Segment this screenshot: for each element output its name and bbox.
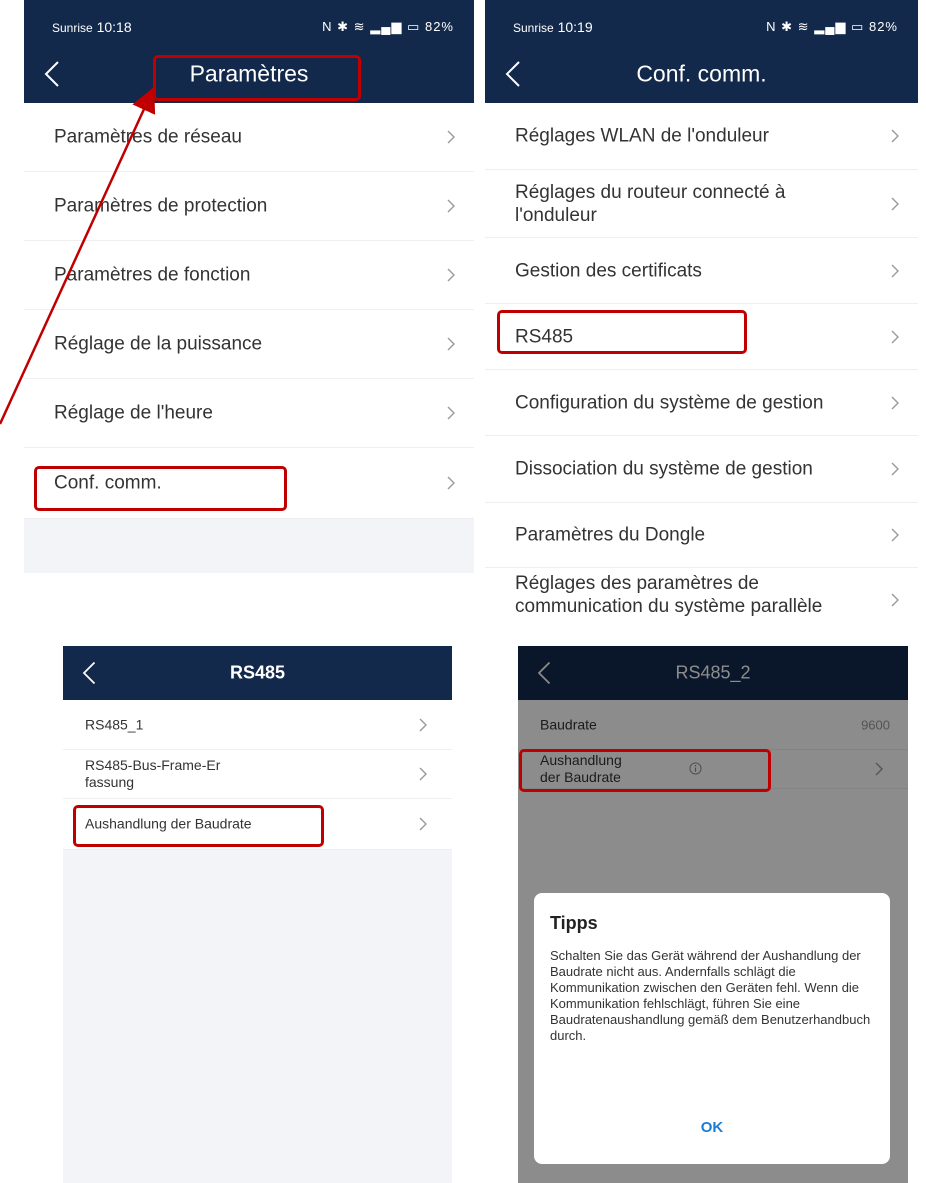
highlight-comm-config: [34, 466, 287, 511]
item-label: Réglage de l'heure: [54, 402, 213, 424]
item-label: Paramètres de protection: [54, 195, 268, 217]
item-label: Paramètres du Dongle: [515, 524, 706, 546]
item-label: Configuration du système de gestion: [515, 392, 824, 413]
list-item-wlan[interactable]: Réglages WLAN de l'onduleur: [485, 103, 918, 170]
signal-icon: ▂▄▆: [814, 19, 847, 34]
page-title: Conf. comm.: [636, 60, 767, 87]
highlight-baudrate-negotiation: [519, 749, 771, 792]
chevron-right-icon: [891, 330, 899, 343]
empty-area: [63, 850, 452, 1183]
dialog-title: Tipps: [550, 913, 598, 933]
chevron-right-icon: [419, 817, 427, 831]
item-label: Réglages WLAN de l'onduleur: [515, 125, 769, 147]
battery-level: 82%: [424, 19, 454, 34]
navbar: Conf. comm.: [485, 45, 918, 103]
dialog-message: Schalten Sie das Gerät während der Ausha…: [550, 948, 871, 1043]
nfc-icon: N: [766, 19, 777, 34]
item-label: Réglages des paramètres de communication…: [515, 573, 823, 617]
empty-area: [24, 519, 474, 573]
item-label: Paramètres de réseau: [54, 126, 242, 148]
chevron-right-icon: [891, 197, 899, 210]
status-icons: N ✱ ≋ ▂▄▆ ▭ 82%: [766, 19, 898, 35]
list-item-router[interactable]: Réglages du routeur connecté à l'onduleu…: [485, 170, 918, 238]
chevron-right-icon: [447, 268, 455, 282]
rs485-screen: RS485 RS485_1 RS485-Bus-Frame-Er fassung…: [63, 646, 452, 1183]
item-label: Paramètres de fonction: [54, 264, 251, 286]
list-item-dongle[interactable]: Paramètres du Dongle: [485, 503, 918, 568]
list-item-protection[interactable]: Paramètres de protection: [24, 172, 474, 241]
chevron-right-icon: [891, 264, 899, 277]
status-time: Sunrise 10:18: [52, 19, 132, 35]
bluetooth-icon: ✱: [337, 19, 350, 34]
chevron-right-icon: [447, 337, 455, 351]
signal-icon: ▂▄▆: [370, 19, 403, 34]
item-label: Gestion des certificats: [515, 260, 702, 281]
battery-icon: ▭: [851, 19, 865, 34]
list-item-management-dissociation[interactable]: Dissociation du système de gestion: [485, 436, 918, 503]
navbar: RS485: [63, 646, 452, 700]
list-item-function[interactable]: Paramètres de fonction: [24, 241, 474, 310]
chevron-right-icon: [447, 406, 455, 420]
item-label: RS485-Bus-Frame-Er fassung: [85, 757, 221, 790]
list-item-time[interactable]: Réglage de l'heure: [24, 379, 474, 448]
chevron-right-icon: [447, 199, 455, 213]
item-label: Réglages du routeur connecté à l'onduleu…: [515, 181, 786, 226]
page-title: RS485: [229, 662, 286, 683]
status-bar: Sunrise 10:19 N ✱ ≋ ▂▄▆ ▭ 82%: [485, 0, 918, 45]
highlight-title: [153, 55, 361, 101]
nfc-icon: N: [322, 19, 333, 34]
list-item-certificates[interactable]: Gestion des certificats: [485, 238, 918, 304]
status-time: Sunrise 10:19: [513, 19, 593, 35]
list-item-rs485-1[interactable]: RS485_1: [63, 700, 452, 750]
list-item-bus-frame[interactable]: RS485-Bus-Frame-Er fassung: [63, 750, 452, 799]
rs485-2-screen: RS485_2 Baudrate 9600 Aushandlung der Ba…: [518, 646, 908, 1183]
status-icons: N ✱ ≋ ▂▄▆ ▭ 82%: [322, 19, 454, 35]
chevron-right-icon: [891, 593, 899, 607]
parametres-screen: Sunrise 10:18 N ✱ ≋ ▂▄▆ ▭ 82% Paramètres…: [24, 0, 474, 573]
chevron-right-icon: [891, 462, 899, 476]
item-label: RS485_1: [85, 716, 144, 732]
wifi-icon: ≋: [353, 19, 366, 34]
tips-dialog: Tipps Schalten Sie das Gerät während der…: [534, 893, 890, 1164]
chevron-right-icon: [419, 767, 427, 781]
wifi-icon: ≋: [797, 19, 810, 34]
bluetooth-icon: ✱: [781, 19, 794, 34]
chevron-right-icon: [447, 130, 455, 144]
chevron-right-icon: [891, 396, 899, 409]
list-item-network[interactable]: Paramètres de réseau: [24, 103, 474, 172]
status-bar: Sunrise 10:18 N ✱ ≋ ▂▄▆ ▭ 82%: [24, 0, 474, 45]
battery-icon: ▭: [407, 19, 421, 34]
highlight-rs485: [497, 310, 747, 354]
comm-config-screen: Sunrise 10:19 N ✱ ≋ ▂▄▆ ▭ 82% Conf. comm…: [485, 0, 918, 636]
item-label: Dissociation du système de gestion: [515, 458, 813, 480]
highlight-baudrate-negotiation: [73, 805, 324, 847]
chevron-right-icon: [419, 718, 427, 731]
item-label: Réglage de la puissance: [54, 333, 263, 355]
chevron-right-icon: [891, 528, 899, 542]
list-item-power[interactable]: Réglage de la puissance: [24, 310, 474, 379]
list-item-parallel-comm[interactable]: Réglages des paramètres de communication…: [485, 568, 918, 636]
ok-button[interactable]: OK: [534, 1119, 890, 1136]
list-item-management-config[interactable]: Configuration du système de gestion: [485, 370, 918, 436]
chevron-right-icon: [891, 129, 899, 143]
battery-level: 82%: [868, 19, 898, 34]
chevron-right-icon: [447, 476, 455, 490]
